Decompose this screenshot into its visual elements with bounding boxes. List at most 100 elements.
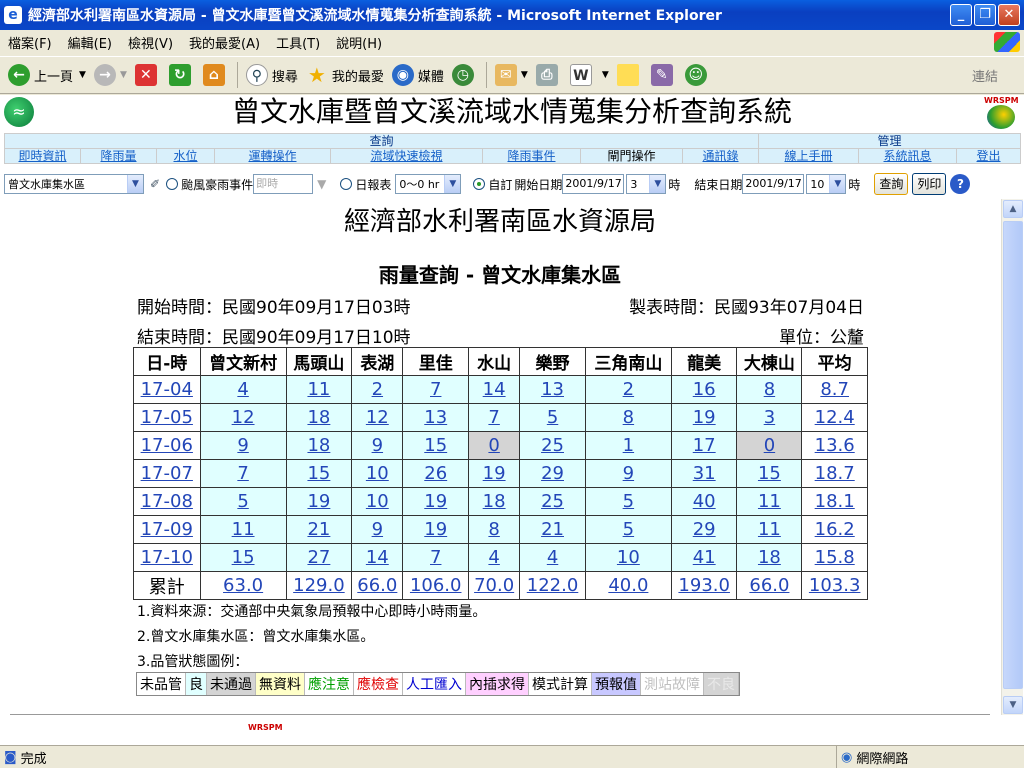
- cell-value-link[interactable]: 26: [424, 463, 447, 484]
- hour-range-select[interactable]: 0～0 hr ▼: [395, 174, 462, 194]
- cell-value-link[interactable]: 10: [366, 491, 389, 512]
- cell-value-link[interactable]: 12.4: [815, 407, 855, 428]
- cell-value-link[interactable]: 19: [424, 491, 447, 512]
- cell-value-link[interactable]: 19: [424, 519, 447, 540]
- nav-gate-label[interactable]: 閘門操作: [607, 149, 655, 163]
- edit-button[interactable]: W ▼: [569, 64, 609, 86]
- cell-value-link[interactable]: 18: [483, 491, 506, 512]
- typhoon-event-input[interactable]: 即時: [253, 174, 314, 194]
- cell-value-link[interactable]: 4: [237, 379, 248, 400]
- messenger-button[interactable]: ☺: [684, 64, 711, 86]
- cell-value-link[interactable]: 0: [764, 435, 775, 456]
- nav-operation-link[interactable]: 運轉操作: [248, 149, 296, 163]
- menu-tools[interactable]: 工具(T): [268, 33, 328, 52]
- nav-manual-link[interactable]: 線上手冊: [785, 149, 833, 163]
- nav-rainfall-link[interactable]: 降雨量: [100, 149, 136, 163]
- cell-value-link[interactable]: 0: [488, 435, 499, 456]
- research-button[interactable]: ✎: [650, 64, 677, 86]
- nav-contacts-link[interactable]: 通訊錄: [703, 149, 739, 163]
- nav-logout-link[interactable]: 登出: [977, 149, 1001, 163]
- total-value-link[interactable]: 103.3: [809, 575, 861, 596]
- menu-view[interactable]: 檢視(V): [120, 33, 181, 52]
- search-button[interactable]: ⚲ 搜尋: [245, 64, 298, 86]
- cell-value-link[interactable]: 8.7: [820, 379, 849, 400]
- notes-button[interactable]: [616, 64, 643, 86]
- mail-button[interactable]: ✉ ▼: [494, 64, 528, 86]
- home-button[interactable]: ⌂: [202, 64, 229, 86]
- back-button[interactable]: ← 上一頁 ▼: [8, 64, 86, 86]
- cell-value-link[interactable]: 3: [764, 407, 775, 428]
- cell-value-link[interactable]: 14: [366, 547, 389, 568]
- typhoon-radio[interactable]: [166, 178, 179, 190]
- nav-rain-event-link[interactable]: 降雨事件: [507, 149, 555, 163]
- cell-value-link[interactable]: 15: [232, 547, 255, 568]
- start-date-input[interactable]: 2001/9/17: [562, 174, 625, 194]
- time-link[interactable]: 17-06: [141, 435, 193, 456]
- time-link[interactable]: 17-04: [141, 379, 193, 400]
- cell-value-link[interactable]: 18: [758, 547, 781, 568]
- total-value-link[interactable]: 66.0: [749, 575, 789, 596]
- cell-value-link[interactable]: 8: [764, 379, 775, 400]
- cell-value-link[interactable]: 15: [424, 435, 447, 456]
- close-button[interactable]: ✕: [998, 4, 1020, 26]
- cell-value-link[interactable]: 18.7: [815, 463, 855, 484]
- cell-value-link[interactable]: 4: [488, 547, 499, 568]
- links-label[interactable]: 連結: [972, 66, 998, 85]
- scroll-down-icon[interactable]: ▼: [1003, 696, 1023, 714]
- cell-value-link[interactable]: 11: [758, 519, 781, 540]
- scroll-up-icon[interactable]: ▲: [1003, 200, 1023, 218]
- print-toolbar-button[interactable]: ⎙: [535, 64, 562, 86]
- history-button[interactable]: ◷: [451, 64, 478, 86]
- cell-value-link[interactable]: 18: [307, 407, 330, 428]
- cell-value-link[interactable]: 7: [488, 407, 499, 428]
- vertical-scrollbar[interactable]: ▲ ▼: [1001, 199, 1023, 715]
- cell-value-link[interactable]: 8: [623, 407, 634, 428]
- custom-radio[interactable]: [473, 178, 486, 190]
- cell-value-link[interactable]: 25: [541, 491, 564, 512]
- cell-value-link[interactable]: 19: [307, 491, 330, 512]
- cell-value-link[interactable]: 13.6: [815, 435, 855, 456]
- time-link[interactable]: 17-09: [141, 519, 193, 540]
- cell-value-link[interactable]: 1: [623, 435, 634, 456]
- cell-value-link[interactable]: 31: [693, 463, 716, 484]
- cell-value-link[interactable]: 21: [307, 519, 330, 540]
- cell-value-link[interactable]: 13: [424, 407, 447, 428]
- cell-value-link[interactable]: 5: [237, 491, 248, 512]
- cell-value-link[interactable]: 41: [693, 547, 716, 568]
- total-value-link[interactable]: 40.0: [608, 575, 648, 596]
- help-icon[interactable]: ?: [950, 174, 971, 194]
- time-link[interactable]: 17-08: [141, 491, 193, 512]
- cell-value-link[interactable]: 25: [541, 435, 564, 456]
- cell-value-link[interactable]: 15: [307, 463, 330, 484]
- cell-value-link[interactable]: 9: [372, 519, 383, 540]
- nav-water-level-link[interactable]: 水位: [173, 149, 197, 163]
- cell-value-link[interactable]: 2: [623, 379, 634, 400]
- cell-value-link[interactable]: 7: [430, 379, 441, 400]
- cell-value-link[interactable]: 18.1: [815, 491, 855, 512]
- time-link[interactable]: 17-07: [141, 463, 193, 484]
- total-value-link[interactable]: 122.0: [527, 575, 579, 596]
- total-value-link[interactable]: 129.0: [293, 575, 345, 596]
- cell-value-link[interactable]: 5: [547, 407, 558, 428]
- cell-value-link[interactable]: 17: [693, 435, 716, 456]
- total-value-link[interactable]: 70.0: [474, 575, 514, 596]
- cell-value-link[interactable]: 5: [623, 519, 634, 540]
- nav-basin-view-link[interactable]: 流域快速檢視: [370, 149, 442, 163]
- total-value-link[interactable]: 193.0: [678, 575, 730, 596]
- maximize-button[interactable]: ❐: [974, 4, 996, 26]
- cell-value-link[interactable]: 11: [232, 519, 255, 540]
- cell-value-link[interactable]: 16: [693, 379, 716, 400]
- favorites-button[interactable]: ★ 我的最愛: [306, 64, 384, 86]
- cell-value-link[interactable]: 27: [307, 547, 330, 568]
- daily-radio[interactable]: [340, 178, 353, 190]
- print-button[interactable]: 列印: [912, 173, 947, 195]
- cell-value-link[interactable]: 7: [430, 547, 441, 568]
- minimize-button[interactable]: _: [950, 4, 972, 26]
- cell-value-link[interactable]: 16.2: [815, 519, 855, 540]
- cell-value-link[interactable]: 10: [617, 547, 640, 568]
- cell-value-link[interactable]: 29: [541, 463, 564, 484]
- cell-value-link[interactable]: 4: [547, 547, 558, 568]
- cell-value-link[interactable]: 12: [366, 407, 389, 428]
- refresh-button[interactable]: ↻: [168, 64, 195, 86]
- menu-help[interactable]: 說明(H): [328, 33, 390, 52]
